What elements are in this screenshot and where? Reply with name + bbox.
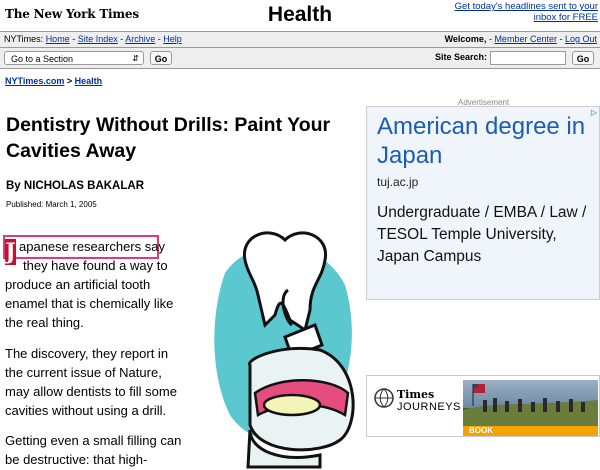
site-search-go-button[interactable]: Go (572, 51, 594, 65)
headline-promo[interactable]: Get today's headlines sent to your inbox… (448, 1, 598, 23)
globe-icon (374, 388, 394, 408)
article-paragraph-1: apanese researchers say they have found … (5, 237, 197, 332)
member-center-link[interactable]: Member Center (494, 34, 557, 44)
nav-link-archive[interactable]: Archive (125, 34, 155, 44)
article-title: Dentistry Without Drills: Paint Your Cav… (6, 114, 331, 162)
p2-line: may allow dentists to fill some (5, 384, 177, 399)
nav-link-site-index[interactable]: Site Index (78, 34, 118, 44)
log-out-link[interactable]: Log Out (565, 34, 597, 44)
tube-yellow-label (262, 393, 322, 417)
section-go-button[interactable]: Go (150, 51, 172, 65)
site-search-label: Site Search: (435, 52, 488, 62)
ad-url[interactable]: tuj.ac.jp (377, 175, 418, 189)
ad-headline[interactable]: American degree in Japan (377, 112, 592, 170)
p2-line: The discovery, they report in (5, 346, 169, 361)
masthead: The New York Times Health Get today's he… (0, 0, 600, 30)
p2-line: cavities without using a drill. (5, 403, 167, 418)
p1-line: produce an artificial tooth (5, 277, 151, 292)
times-journeys-ad[interactable]: Times JOURNEYS BOOK (366, 375, 600, 437)
times-journeys-sub: JOURNEYS (397, 401, 461, 413)
p3-line: Getting even a small filling can (5, 433, 182, 448)
promo-link-line1[interactable]: Get today's headlines sent to your (455, 1, 598, 12)
breadcrumb-separator: > (66, 76, 73, 86)
section-toolbar: Go to a Section ⇵ Go Site Search: Go (0, 48, 600, 69)
times-journeys-brand: Times (397, 388, 435, 401)
article-pubdate: Published: March 1, 2005 (6, 200, 97, 209)
nav-left: NYTimes: Home - Site Index - Archive - H… (4, 34, 182, 44)
p1-line: they have found a way to (23, 258, 168, 273)
promo-link-line2[interactable]: inbox for FREE (534, 12, 598, 23)
book-button[interactable]: BOOK (463, 426, 598, 436)
p1-line: apanese researchers say (19, 239, 165, 254)
breadcrumb-home[interactable]: NYTimes.com (5, 76, 64, 86)
breadcrumb: NYTimes.com > Health (5, 76, 102, 86)
site-search-input[interactable] (490, 51, 566, 65)
nav-link-home[interactable]: Home (46, 34, 70, 44)
p2-line: the current issue of Nature, (5, 365, 162, 380)
p1-line: enamel that is chemically like (5, 296, 174, 311)
section-select[interactable]: Go to a Section ⇵ (4, 51, 144, 65)
tooth-toothpaste-illustration (212, 225, 355, 470)
ad-body[interactable]: Undergraduate / EMBA / Law / TESOL Templ… (377, 202, 600, 268)
select-arrows-icon: ⇵ (132, 54, 139, 63)
article-paragraph-2: The discovery, they report in the curren… (5, 344, 197, 420)
article-paragraph-3: Getting even a small filling can be dest… (5, 431, 197, 469)
nav-right: Welcome, - Member Center - Log Out (444, 34, 597, 44)
section-select-value: Go to a Section (11, 54, 74, 64)
breadcrumb-current[interactable]: Health (75, 76, 103, 86)
nav-prefix: NYTimes: (4, 34, 44, 44)
nav-link-help[interactable]: Help (163, 34, 182, 44)
p3-line: be destructive: that high- (5, 452, 148, 467)
welcome-text: Welcome, (444, 34, 487, 44)
article-byline: By NICHOLAS BAKALAR (6, 180, 144, 192)
top-nav-bar: NYTimes: Home - Site Index - Archive - H… (0, 31, 600, 48)
times-journeys-photo[interactable] (463, 380, 598, 426)
ad-box[interactable]: ▷ American degree in Japan tuj.ac.jp Und… (366, 106, 600, 300)
p1-line: the real thing. (5, 315, 84, 330)
